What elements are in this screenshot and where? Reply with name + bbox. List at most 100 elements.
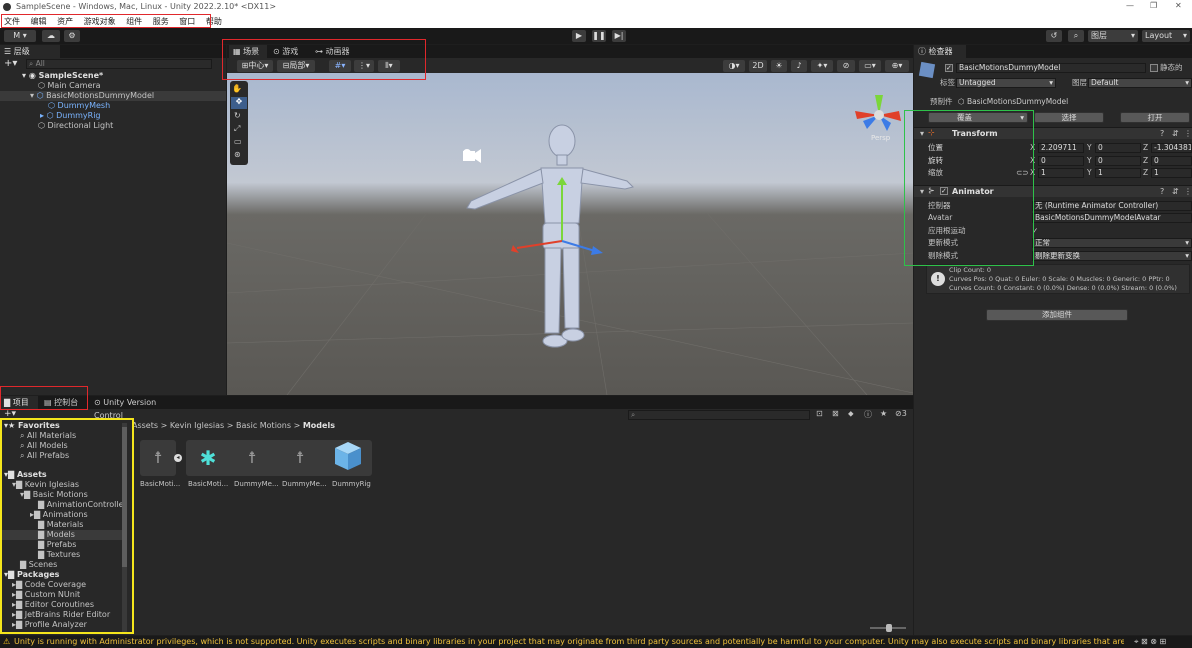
scene-viewport[interactable]: Persp ✋ ✥ ↻ ⤢ ▭ ⊛	[226, 73, 914, 396]
effects-icon[interactable]: ✦▾	[811, 60, 833, 72]
breadcrumb: Assets > Kevin Iglesias > Basic Motions …	[132, 421, 335, 430]
history-icon[interactable]: ↺	[1046, 30, 1062, 42]
maximize-button[interactable]: ❐	[1150, 1, 1157, 10]
breadcrumb-models[interactable]: Models	[303, 421, 335, 430]
shading-mode-icon[interactable]: ◑▾	[723, 60, 745, 72]
pause-button[interactable]: ❚❚	[592, 30, 606, 42]
collab-icon[interactable]: ⚙	[64, 30, 80, 42]
account-button[interactable]: M ▾	[4, 30, 36, 42]
controller-field[interactable]: 无 (Runtime Animator Controller)	[1032, 201, 1192, 211]
2d-toggle[interactable]: 2D	[749, 60, 767, 72]
prefab-icon: ⬡	[48, 101, 55, 110]
culling-mode-dropdown[interactable]: 剔除更新变换 ▾	[1032, 251, 1192, 261]
gameobject-icon: ⬡	[38, 121, 45, 130]
orientation-gizmo[interactable]	[855, 95, 901, 131]
asset-dummymesh-2[interactable]: ☨	[282, 440, 318, 476]
hierarchy-item-model[interactable]: ▾ ⬡ BasicMotionsDummyModel	[0, 91, 226, 101]
scale-y-field[interactable]: 1	[1095, 168, 1141, 178]
move-tool-icon[interactable]: ✥	[231, 97, 247, 109]
minimize-button[interactable]: —	[1126, 1, 1134, 10]
hierarchy-item-camera[interactable]: ⬡ Main Camera	[38, 81, 101, 91]
star-icon[interactable]: ★	[880, 409, 887, 418]
more-icon[interactable]: ⋮	[1184, 129, 1192, 138]
persp-label[interactable]: Persp	[871, 134, 891, 142]
status-icons[interactable]: ⌖ ⊠ ⊗ ⊞	[1134, 637, 1166, 647]
select-button[interactable]: 选择	[1034, 112, 1104, 123]
hierarchy-item-dummymesh[interactable]: ⬡ DummyMesh	[48, 101, 110, 111]
cloud-icon[interactable]: ☁	[42, 30, 60, 42]
presets-icon[interactable]: ⇵	[1172, 129, 1179, 138]
layout-dropdown[interactable]: Layout ▾	[1142, 30, 1190, 42]
tab-version-control[interactable]: ⊙ Unity Version Control	[90, 396, 190, 420]
visibility-icon[interactable]: ⊘	[837, 60, 855, 72]
open-button[interactable]: 打开	[1120, 112, 1190, 123]
breadcrumb-basic-motions[interactable]: Basic Motions	[236, 421, 291, 430]
rotation-y-field[interactable]: 0	[1095, 156, 1141, 166]
presets-icon[interactable]: ⇵	[1172, 187, 1179, 196]
info-icon[interactable]: ⓘ	[864, 409, 872, 420]
position-z-field[interactable]: -1.304381	[1151, 143, 1192, 153]
character-model[interactable]	[466, 124, 634, 348]
object-name-field[interactable]: BasicMotionsDummyModel	[956, 63, 1146, 73]
clip-count-text: Clip Count: 0	[949, 266, 992, 274]
scene-panel: ▦ 场景 ⊙ 游戏 ⊶ 动画器 ⊞中心▾ ⊟局部▾ #▾ ⋮▾ ⫴▾ ◑▾ 2D…	[226, 45, 914, 396]
layer-dropdown[interactable]: Default ▾	[1088, 78, 1192, 88]
tag-icon[interactable]: ⬥	[848, 409, 854, 419]
camera-gizmo-icon[interactable]	[463, 149, 481, 163]
status-message[interactable]: Unity is running with Administrator priv…	[14, 637, 1124, 646]
asset-dummyrig[interactable]	[330, 440, 366, 476]
scale-z-field[interactable]: 1	[1151, 168, 1192, 178]
project-search-input[interactable]: ⌕	[628, 410, 810, 420]
unity-logo-icon	[3, 3, 11, 11]
breadcrumb-assets[interactable]: Assets	[132, 421, 158, 430]
close-button[interactable]: ✕	[1175, 1, 1182, 10]
search-icon[interactable]: ⌕	[1068, 30, 1084, 42]
search-by-label-icon[interactable]: ⊠	[832, 409, 839, 418]
scale-tool-icon[interactable]: ⤢	[234, 124, 240, 134]
active-checkbox[interactable]: ✓	[945, 64, 953, 72]
hierarchy-search-input[interactable]: ⌕ All	[26, 59, 212, 69]
lighting-icon[interactable]: ☀	[771, 60, 787, 72]
asset-dummymesh-1[interactable]: ☨	[234, 440, 270, 476]
gizmos-icon[interactable]: ⊕▾	[885, 60, 909, 72]
tag-label: 标签	[940, 78, 955, 87]
step-button[interactable]: ▶|	[612, 30, 626, 42]
static-checkbox[interactable]	[1150, 64, 1158, 72]
position-x-field[interactable]: 2.209711	[1038, 143, 1084, 153]
hand-tool-icon[interactable]: ✋	[232, 84, 242, 93]
tab-inspector[interactable]: ⓘ 检查器	[914, 45, 966, 58]
asset-basicmotions-model[interactable]: ☨	[140, 440, 176, 476]
tab-hierarchy[interactable]: ☰ 层级	[0, 45, 60, 58]
search-by-type-icon[interactable]: ⊡	[816, 409, 823, 418]
camera-settings-icon[interactable]: ▭▾	[859, 60, 881, 72]
layers-dropdown[interactable]: 图层 ▾	[1088, 30, 1138, 42]
hierarchy-item-light[interactable]: ⬡ Directional Light	[38, 121, 113, 131]
expand-arrow-icon[interactable]: ◂	[174, 454, 182, 462]
rotation-x-field[interactable]: 0	[1038, 156, 1084, 166]
hierarchy-item-scene[interactable]: ▾ ◉ SampleScene*	[22, 71, 103, 81]
position-y-field[interactable]: 0	[1095, 143, 1141, 153]
zoom-slider[interactable]	[870, 624, 906, 632]
add-icon[interactable]: +▾	[4, 58, 17, 69]
rotation-z-field[interactable]: 0	[1151, 156, 1192, 166]
transform-tool-icon[interactable]: ⊛	[234, 150, 241, 159]
more-icon[interactable]: ⋮	[1184, 187, 1192, 196]
play-button[interactable]: ▶	[572, 30, 586, 42]
help-icon[interactable]: ?	[1160, 187, 1164, 196]
rotate-tool-icon[interactable]: ↻	[234, 111, 241, 120]
prefab-asset-link[interactable]: ⬡ BasicMotionsDummyModel	[958, 97, 1068, 107]
hierarchy-panel: ☰ 层级 +▾ ⌕ All ▾ ◉ SampleScene* ⬡ Main Ca…	[0, 45, 226, 395]
tag-dropdown[interactable]: Untagged ▾	[956, 78, 1056, 88]
rect-tool-icon[interactable]: ▭	[234, 137, 242, 146]
layer-label: 图层	[1072, 78, 1087, 87]
hierarchy-item-dummyrig[interactable]: ▸ ⬡ DummyRig	[40, 111, 101, 121]
unity-scene-icon: ◉	[28, 71, 36, 80]
add-component-button[interactable]: 添加组件	[986, 309, 1128, 321]
audio-icon[interactable]: ♪	[791, 60, 807, 72]
help-icon[interactable]: ?	[1160, 129, 1164, 138]
scale-x-field[interactable]: 1	[1038, 168, 1084, 178]
update-mode-dropdown[interactable]: 正常 ▾	[1032, 238, 1192, 248]
hidden-count-badge[interactable]: ⊘3	[895, 409, 907, 418]
breadcrumb-kevin[interactable]: Kevin Iglesias	[170, 421, 224, 430]
avatar-field[interactable]: BasicMotionsDummyModelAvatar	[1032, 213, 1192, 223]
